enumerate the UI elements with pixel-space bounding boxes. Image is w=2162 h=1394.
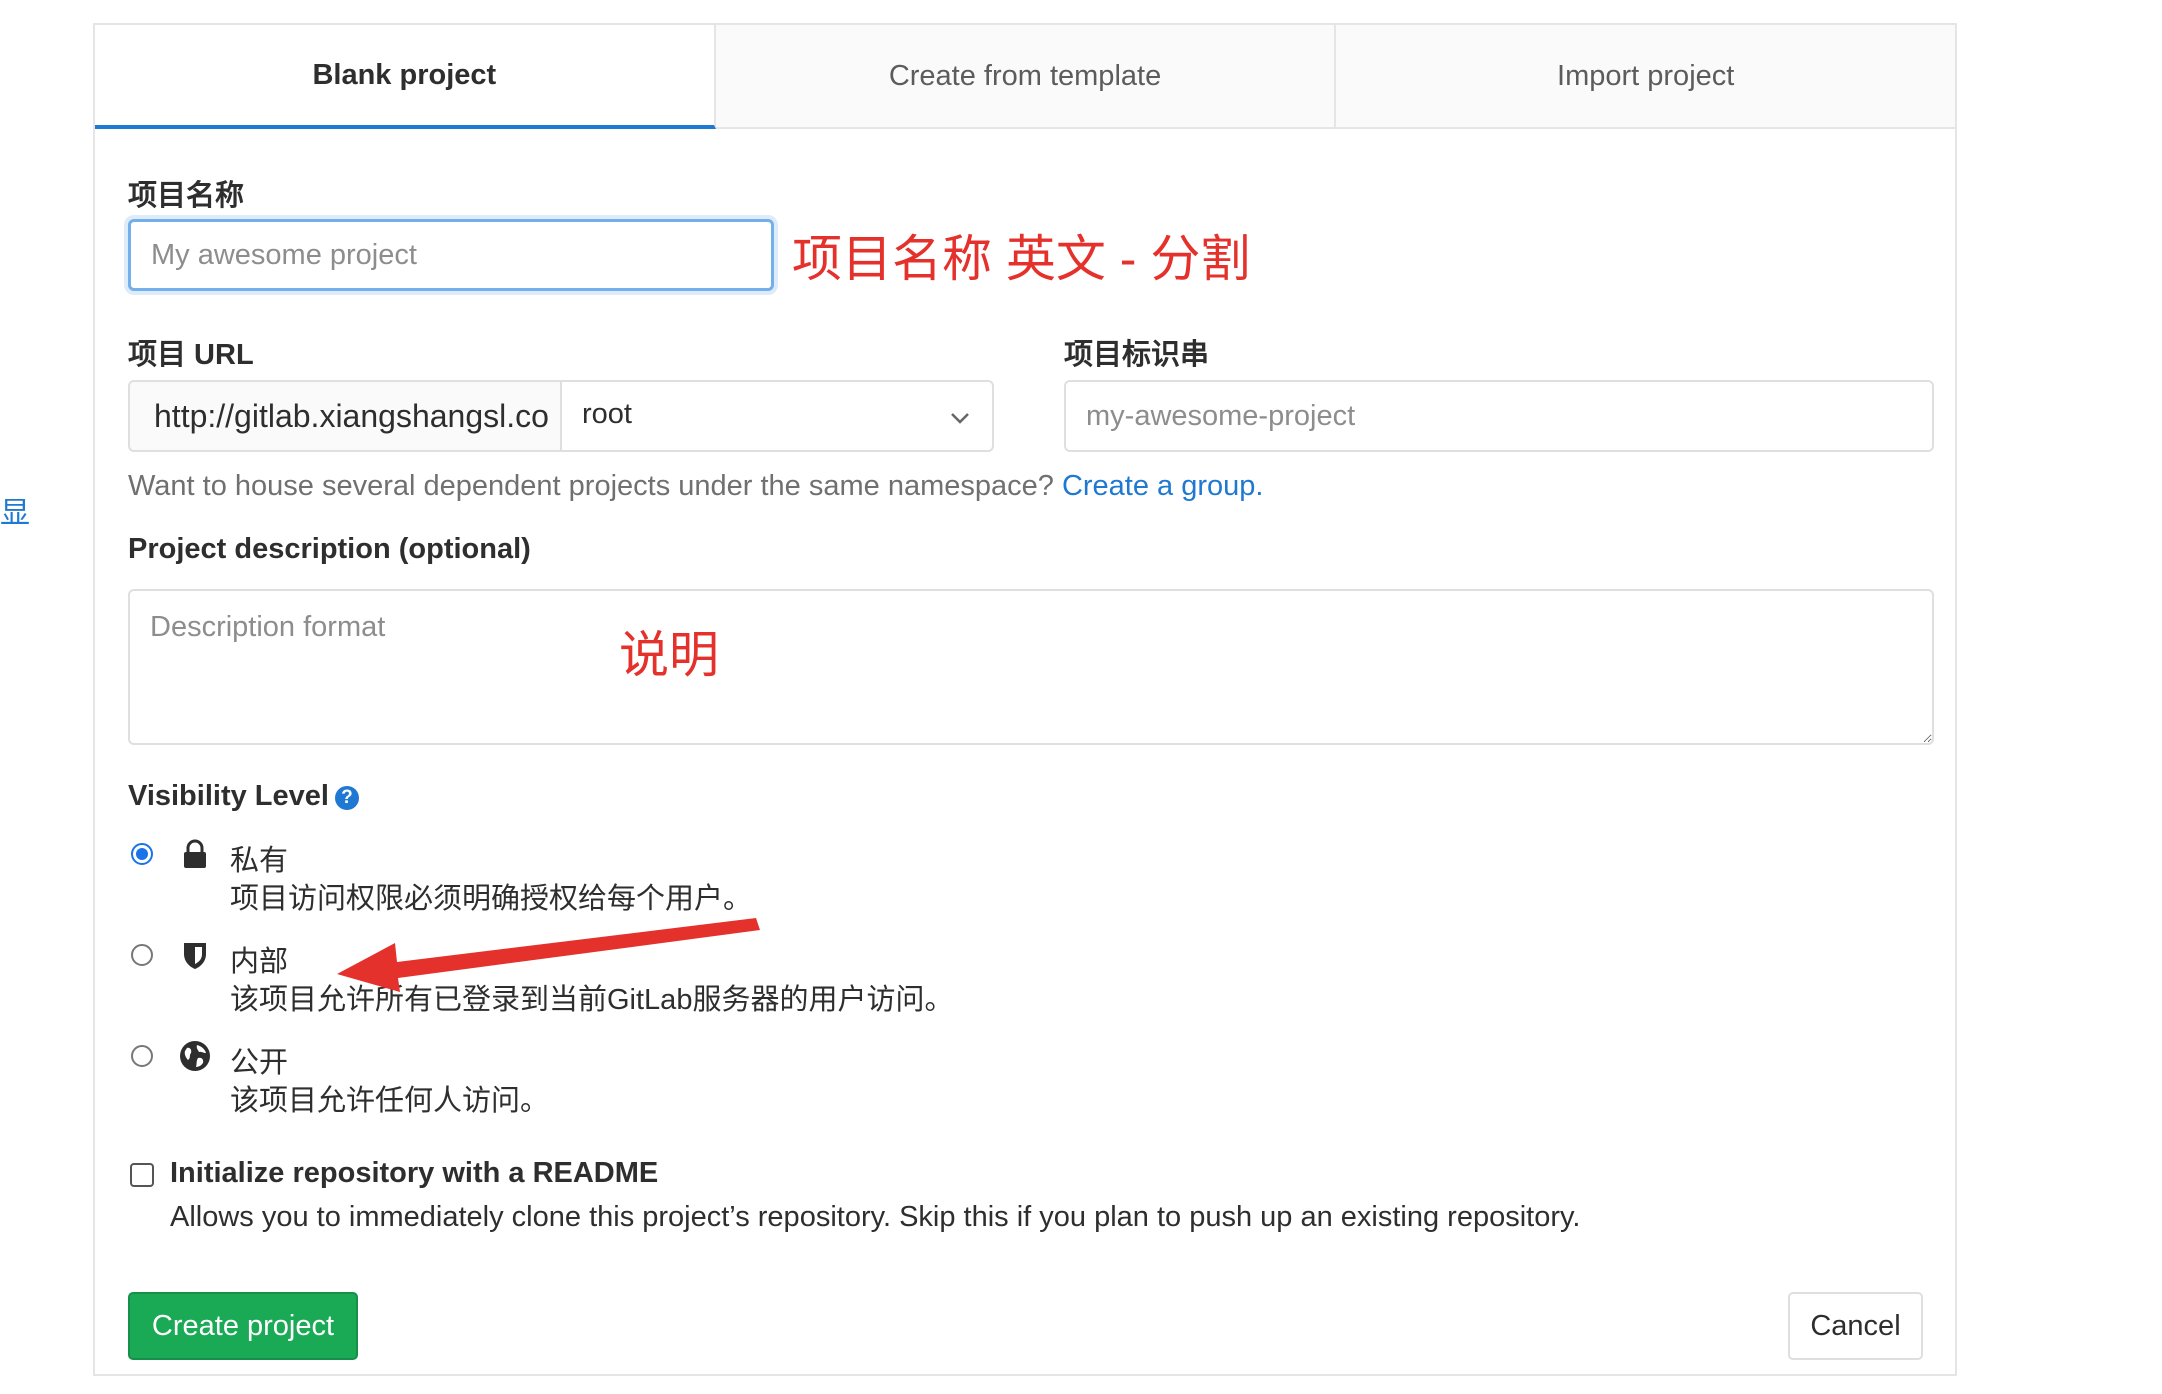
project-url-prefix: http://gitlab.xiangshangsl.co xyxy=(128,380,560,452)
namespace-value: root xyxy=(582,398,632,430)
tab-import-project[interactable]: Import project xyxy=(1336,25,1956,129)
sidebar-partial-text[interactable]: 显 xyxy=(0,488,30,532)
question-circle-icon[interactable]: ? xyxy=(334,786,359,810)
visibility-internal-description: 该项目允许所有已登录到当前GitLab服务器的用户访问。 xyxy=(230,984,954,1016)
project-tabs: Blank project Create from template Impor… xyxy=(95,25,1956,129)
project-slug-input[interactable] xyxy=(1064,380,1934,452)
create-group-link[interactable]: Create a group. xyxy=(1062,470,1264,502)
project-url-label: 项目 URL xyxy=(128,339,254,371)
shield-icon xyxy=(184,943,206,969)
description-label: Project description (optional) xyxy=(128,533,531,565)
tab-blank-project[interactable]: Blank project xyxy=(95,25,716,129)
visibility-private-description: 项目访问权限必须明确授权给每个用户。 xyxy=(230,883,753,915)
annotation-description-note: 说明 xyxy=(619,627,719,683)
globe-icon xyxy=(180,1041,210,1071)
project-name-label: 项目名称 xyxy=(128,180,245,212)
cancel-button[interactable]: Cancel xyxy=(1788,1292,1923,1360)
annotation-name-note: 项目名称 英文 - 分割 xyxy=(792,231,1251,287)
visibility-public-description: 该项目允许任何人访问。 xyxy=(230,1085,550,1117)
lock-icon xyxy=(184,839,206,868)
project-name-input[interactable] xyxy=(128,219,774,291)
create-project-button[interactable]: Create project xyxy=(128,1292,358,1360)
chevron-down-icon xyxy=(951,413,969,424)
readme-label[interactable]: Initialize repository with a README xyxy=(170,1157,658,1190)
visibility-private-title: 私有 xyxy=(230,845,289,877)
visibility-internal-radio[interactable] xyxy=(131,944,153,966)
visibility-public-title: 公开 xyxy=(230,1047,289,1079)
visibility-private-radio[interactable] xyxy=(131,843,153,865)
new-project-panel: Blank project Create from template Impor… xyxy=(93,23,1957,1376)
project-slug-label: 项目标识串 xyxy=(1064,339,1210,371)
visibility-internal-title: 内部 xyxy=(230,946,289,978)
group-help-text: Want to house several dependent projects… xyxy=(128,470,1263,503)
visibility-public-radio[interactable] xyxy=(131,1045,153,1067)
visibility-label: Visibility Level? xyxy=(128,780,359,813)
group-help-message: Want to house several dependent projects… xyxy=(128,470,1054,502)
readme-checkbox[interactable] xyxy=(130,1163,154,1187)
readme-description: Allows you to immediately clone this pro… xyxy=(170,1201,1581,1233)
visibility-label-text: Visibility Level xyxy=(128,780,329,812)
namespace-select[interactable]: root xyxy=(560,380,994,452)
tab-create-from-template[interactable]: Create from template xyxy=(715,25,1337,129)
description-textarea[interactable] xyxy=(128,589,1934,745)
